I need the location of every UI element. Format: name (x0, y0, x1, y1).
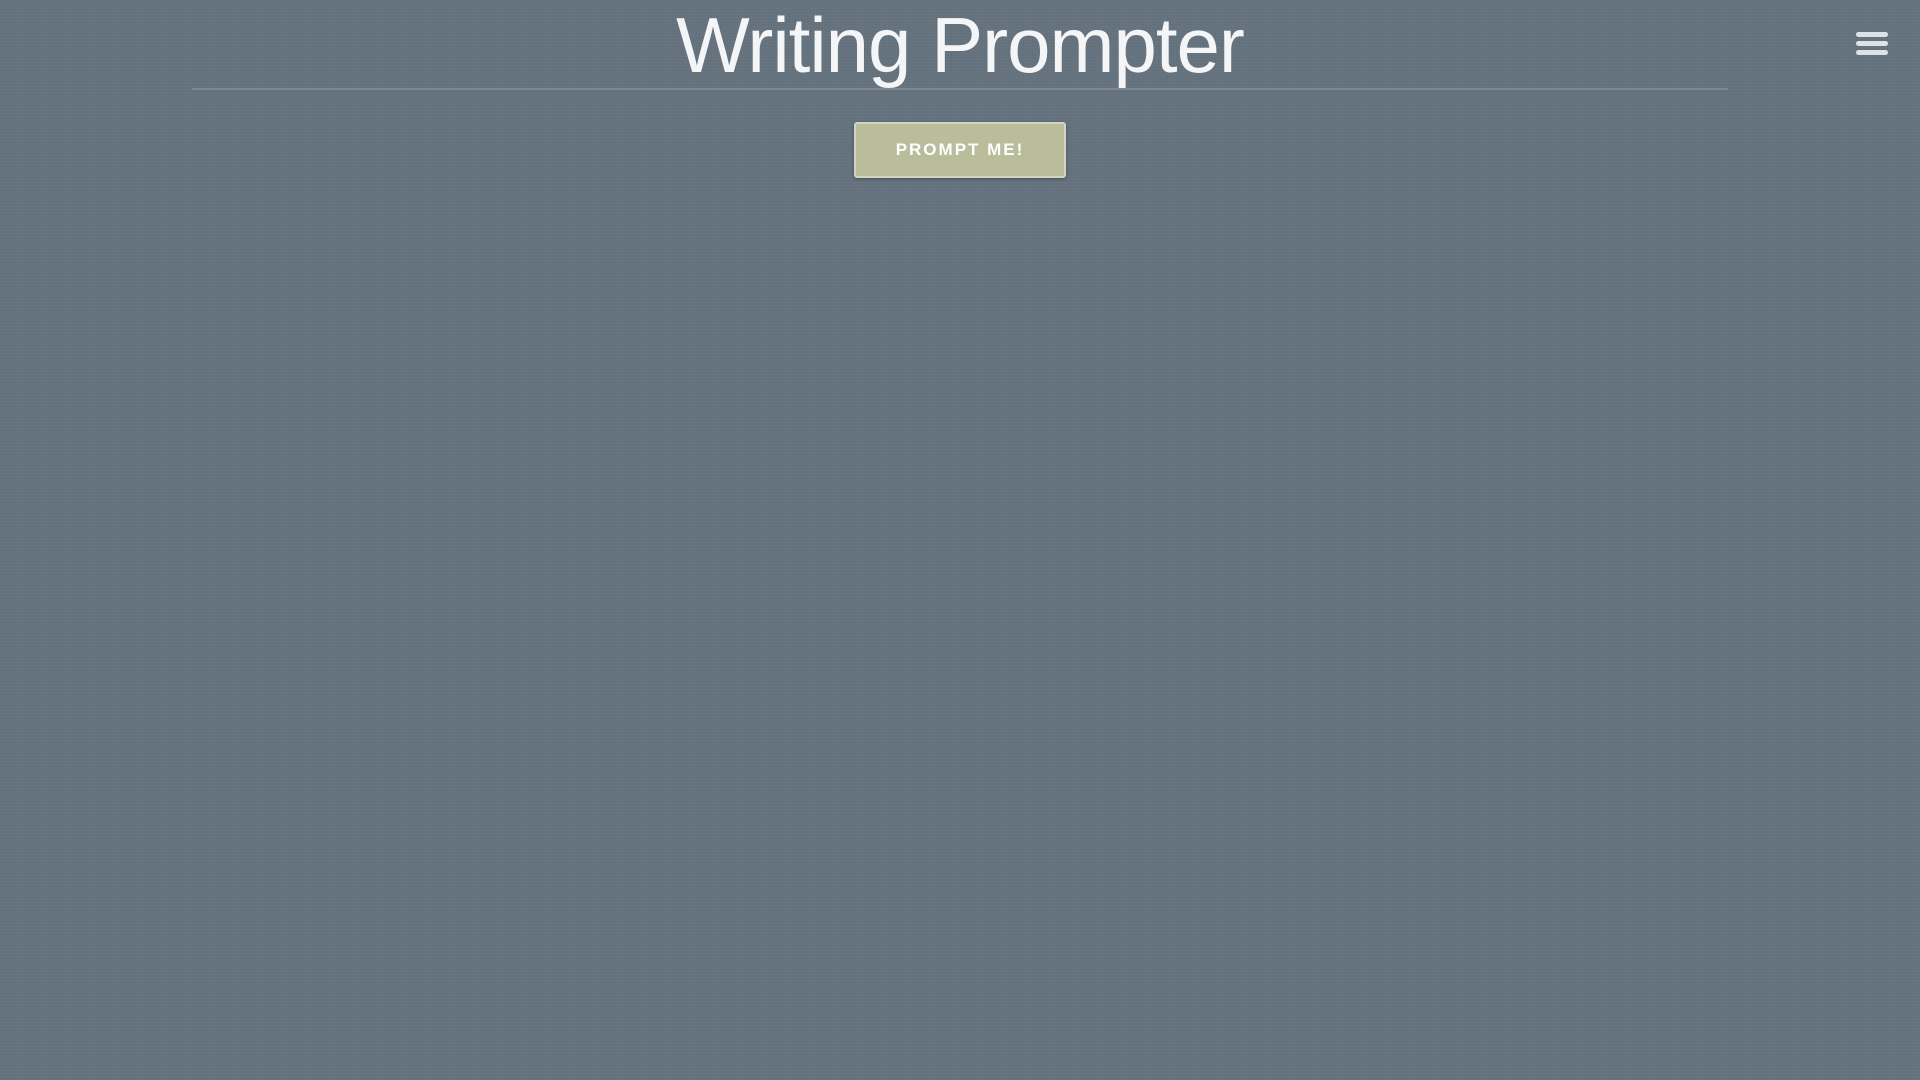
menu-bar (1856, 50, 1888, 55)
page-title: Writing Prompter (676, 1, 1245, 89)
menu-bar (1856, 32, 1888, 37)
hamburger-menu-icon[interactable] (1854, 28, 1890, 60)
prompt-me-button[interactable]: PROMPT ME! (854, 122, 1066, 178)
page-header: Writing Prompter (192, 0, 1728, 90)
menu-bar (1856, 41, 1888, 46)
